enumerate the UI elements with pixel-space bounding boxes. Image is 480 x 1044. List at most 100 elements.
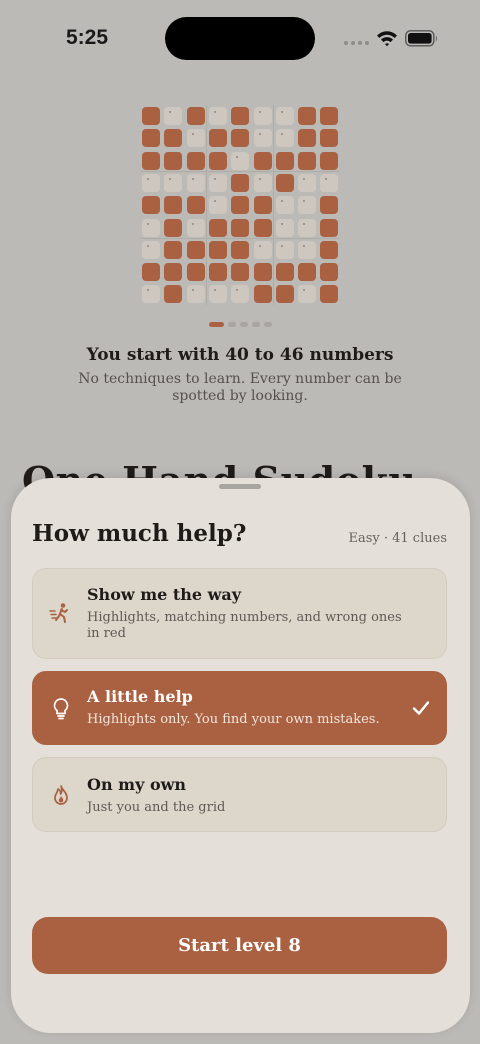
grid-cell-empty bbox=[208, 107, 227, 125]
difficulty-meta: Easy · 41 clues bbox=[348, 531, 447, 546]
grid-cell-filled bbox=[164, 285, 183, 304]
grid-cell-empty bbox=[186, 285, 205, 304]
grid-cell-empty bbox=[320, 173, 339, 192]
cellular-signal-icon bbox=[344, 41, 369, 45]
sudoku-preview-grid bbox=[140, 105, 340, 305]
grid-cell-filled bbox=[231, 218, 250, 237]
grid-cell-filled bbox=[253, 151, 272, 170]
grid-cell-filled bbox=[320, 107, 339, 125]
grid-cell-filled bbox=[275, 173, 294, 192]
grid-cell-filled bbox=[275, 285, 294, 304]
grid-cell-empty bbox=[164, 107, 183, 125]
battery-icon bbox=[405, 30, 438, 47]
grid-cell-filled bbox=[208, 218, 227, 237]
dynamic-island bbox=[165, 17, 315, 60]
option-title: Show me the way bbox=[87, 585, 242, 604]
grid-cell-filled bbox=[320, 151, 339, 170]
grid-cell-filled bbox=[320, 218, 339, 237]
grid-cell-filled bbox=[186, 263, 205, 282]
grid-cell-empty bbox=[253, 107, 272, 125]
page-dot[interactable] bbox=[239, 322, 248, 327]
option-show-me-the-way[interactable]: Show me the way Highlights, matching num… bbox=[32, 568, 447, 659]
walking-person-icon bbox=[49, 603, 68, 623]
grid-cell-filled bbox=[320, 196, 339, 215]
grid-cell-filled bbox=[186, 196, 205, 215]
page-dot[interactable] bbox=[251, 322, 260, 327]
grid-cell-filled bbox=[231, 240, 250, 259]
grid-cell-filled bbox=[253, 285, 272, 304]
status-time: 5:25 bbox=[66, 26, 109, 49]
grid-cell-empty bbox=[298, 173, 317, 192]
grid-cell-empty bbox=[208, 196, 227, 215]
grid-cell-empty bbox=[298, 285, 317, 304]
grid-cell-empty bbox=[142, 218, 160, 237]
grid-cell-empty bbox=[298, 218, 317, 237]
grid-cell-filled bbox=[164, 196, 183, 215]
grid-cell-filled bbox=[298, 107, 317, 125]
grid-cell-filled bbox=[275, 263, 294, 282]
page-dot[interactable] bbox=[263, 322, 272, 327]
grid-cell-filled bbox=[231, 173, 250, 192]
option-title: On my own bbox=[87, 775, 187, 794]
checkmark-icon bbox=[412, 701, 430, 715]
page-dot[interactable] bbox=[227, 322, 236, 327]
option-a-little-help[interactable]: A little help Highlights only. You find … bbox=[32, 671, 447, 745]
help-level-sheet: How much help? Easy · 41 clues Show me t… bbox=[11, 478, 470, 1033]
grid-cell-filled bbox=[208, 263, 227, 282]
grid-cell-empty bbox=[142, 173, 160, 192]
grid-cell-filled bbox=[320, 263, 339, 282]
grid-cell-filled bbox=[208, 129, 227, 148]
grid-cell-filled bbox=[142, 107, 160, 125]
start-level-button[interactable]: Start level 8 bbox=[32, 917, 447, 974]
grid-cell-empty bbox=[208, 285, 227, 304]
grid-cell-filled bbox=[298, 129, 317, 148]
grid-cell-filled bbox=[142, 196, 160, 215]
grid-cell-filled bbox=[253, 218, 272, 237]
page-indicator[interactable] bbox=[0, 322, 480, 327]
grid-cell-empty bbox=[275, 218, 294, 237]
wifi-icon bbox=[377, 31, 397, 47]
grid-cell-filled bbox=[142, 263, 160, 282]
grid-cell-empty bbox=[142, 240, 160, 259]
grid-cell-filled bbox=[164, 240, 183, 259]
option-description: Highlights, matching numbers, and wrong … bbox=[87, 610, 402, 641]
grid-cell-empty bbox=[186, 218, 205, 237]
grid-cell-filled bbox=[164, 218, 183, 237]
grid-cell-filled bbox=[186, 107, 205, 125]
grid-cell-empty bbox=[275, 107, 294, 125]
slide-title: You start with 40 to 46 numbers bbox=[86, 345, 394, 365]
slide-description: No techniques to learn. Every number can… bbox=[78, 371, 402, 404]
grid-cell-empty bbox=[253, 129, 272, 148]
grid-cell-filled bbox=[186, 151, 205, 170]
grid-cell-filled bbox=[231, 263, 250, 282]
grid-cell-empty bbox=[275, 196, 294, 215]
option-title: A little help bbox=[87, 687, 193, 706]
grid-cell-empty bbox=[253, 240, 272, 259]
option-description: Highlights only. You find your own mista… bbox=[87, 712, 380, 727]
option-on-my-own[interactable]: On my own Just you and the grid bbox=[32, 757, 447, 832]
grid-cell-empty bbox=[186, 129, 205, 148]
grid-cell-filled bbox=[164, 129, 183, 148]
grid-cell-empty bbox=[298, 240, 317, 259]
grid-cell-filled bbox=[298, 151, 317, 170]
grid-cell-filled bbox=[231, 107, 250, 125]
grid-cell-empty bbox=[186, 173, 205, 192]
grid-cell-filled bbox=[253, 263, 272, 282]
grid-cell-empty bbox=[208, 173, 227, 192]
grid-cell-filled bbox=[142, 151, 160, 170]
grid-cell-filled bbox=[231, 196, 250, 215]
sheet-grabber[interactable] bbox=[219, 484, 261, 489]
grid-cell-filled bbox=[231, 129, 250, 148]
sheet-title: How much help? bbox=[32, 520, 247, 547]
grid-cell-filled bbox=[164, 263, 183, 282]
lightbulb-icon bbox=[53, 698, 69, 720]
flame-icon bbox=[54, 785, 68, 805]
option-description: Just you and the grid bbox=[87, 800, 226, 815]
grid-cell-filled bbox=[320, 240, 339, 259]
status-bar: 5:25 bbox=[0, 0, 480, 78]
grid-cell-empty bbox=[231, 151, 250, 170]
page-dot[interactable] bbox=[208, 322, 224, 327]
grid-cell-filled bbox=[275, 151, 294, 170]
grid-cell-empty bbox=[142, 285, 160, 304]
grid-cell-empty bbox=[164, 173, 183, 192]
